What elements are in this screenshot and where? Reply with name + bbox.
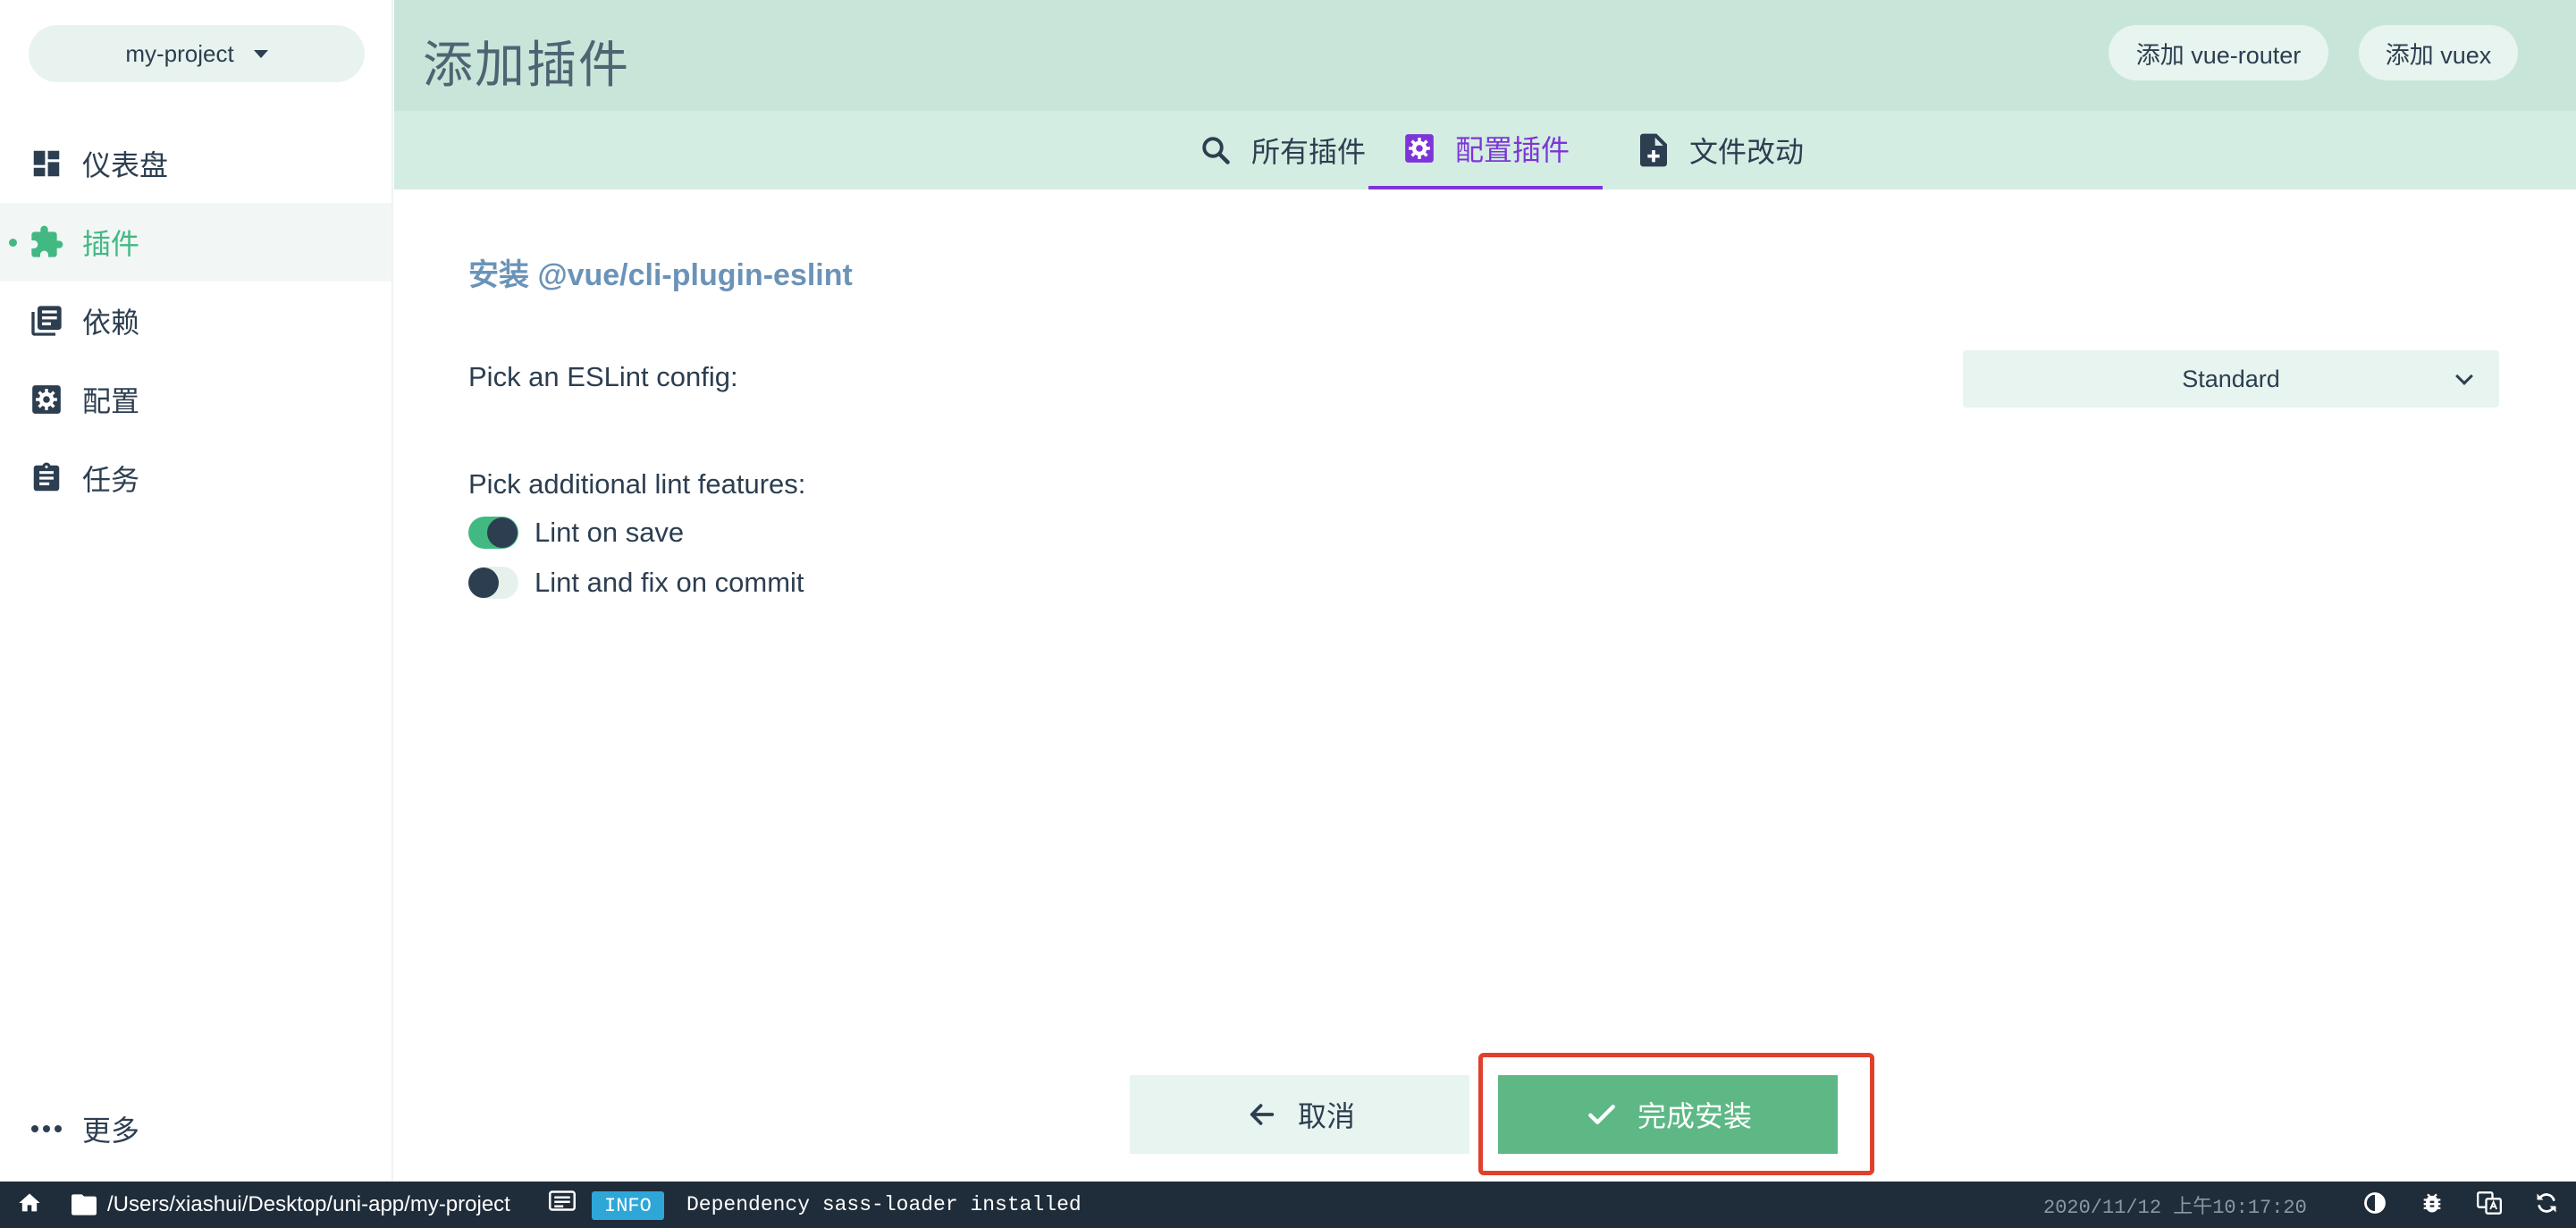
dark-mode-button[interactable] bbox=[2360, 1182, 2390, 1228]
sidebar-item-dependencies[interactable]: 依赖 bbox=[0, 282, 391, 360]
search-icon bbox=[1198, 132, 1233, 168]
log-level-badge: INFO bbox=[592, 1191, 664, 1220]
lint-on-commit-option[interactable]: Lint and fix on commit bbox=[468, 567, 804, 599]
add-vuex-button[interactable]: 添加 vuex bbox=[2359, 25, 2518, 80]
project-path[interactable]: /Users/xiashui/Desktop/uni-app/my-projec… bbox=[72, 1182, 510, 1228]
lint-on-save-option[interactable]: Lint on save bbox=[468, 517, 684, 549]
page-header: 添加插件 添加 vue-router 添加 vuex bbox=[394, 0, 2576, 111]
project-selector[interactable]: my-project bbox=[29, 25, 365, 82]
tab-bar: 所有插件 配置插件 文件改动 bbox=[394, 111, 2576, 189]
toggle-knob bbox=[487, 517, 518, 548]
caret-down-icon bbox=[253, 49, 268, 58]
tab-label: 所有插件 bbox=[1250, 136, 1366, 168]
log-message[interactable]: Dependency sass-loader installed bbox=[686, 1182, 1082, 1228]
chevron-down-icon bbox=[2455, 367, 2473, 385]
toggle-label: Lint on save bbox=[535, 517, 685, 548]
check-icon bbox=[1584, 1097, 1620, 1132]
status-bar: /Users/xiashui/Desktop/uni-app/my-projec… bbox=[0, 1182, 2576, 1228]
translate-icon bbox=[2477, 1190, 2502, 1220]
add-vue-router-button[interactable]: 添加 vue-router bbox=[2109, 25, 2328, 80]
tab-all-plugins[interactable]: 所有插件 bbox=[1165, 111, 1399, 189]
plugin-install-heading: 安装 @vue/cli-plugin-eslint bbox=[468, 258, 853, 292]
sidebar-item-label: 任务 bbox=[82, 464, 140, 496]
sidebar-item-label: 插件 bbox=[82, 228, 140, 260]
toggle-knob bbox=[468, 568, 499, 598]
sidebar-item-dashboard[interactable]: 仪表盘 bbox=[0, 124, 391, 203]
sidebar-item-tasks[interactable]: 任务 bbox=[0, 439, 391, 517]
eslint-config-label: Pick an ESLint config: bbox=[468, 361, 738, 392]
select-value: Standard bbox=[2182, 365, 2280, 392]
puzzle-icon bbox=[29, 224, 64, 260]
gear-icon bbox=[29, 382, 64, 417]
finish-install-button[interactable]: 完成安装 bbox=[1498, 1075, 1838, 1154]
lint-features-label: Pick additional lint features: bbox=[468, 468, 806, 500]
finish-label: 完成安装 bbox=[1637, 1100, 1752, 1132]
lint-on-save-toggle[interactable] bbox=[468, 517, 518, 549]
eslint-config-select[interactable]: Standard bbox=[1963, 350, 2499, 408]
folder-icon bbox=[72, 1191, 98, 1218]
dashboard-icon bbox=[29, 146, 64, 181]
sidebar: my-project 仪表盘 插件 依赖 配置 任务 更多 bbox=[0, 0, 393, 1182]
console-icon bbox=[549, 1190, 576, 1220]
more-label: 更多 bbox=[82, 1114, 140, 1147]
file-plus-icon bbox=[1636, 132, 1671, 168]
tab-label: 配置插件 bbox=[1454, 134, 1570, 166]
contrast-icon bbox=[2362, 1190, 2387, 1220]
sidebar-item-plugins[interactable]: 插件 bbox=[0, 203, 391, 282]
cancel-button[interactable]: 取消 bbox=[1130, 1075, 1469, 1154]
sidebar-item-label: 仪表盘 bbox=[82, 149, 169, 181]
report-bug-button[interactable] bbox=[2417, 1182, 2447, 1228]
tab-label: 文件改动 bbox=[1688, 136, 1804, 168]
project-name: my-project bbox=[125, 39, 234, 67]
arrow-left-icon bbox=[1244, 1097, 1280, 1132]
home-icon bbox=[17, 1190, 42, 1220]
translate-button[interactable] bbox=[2474, 1182, 2504, 1228]
clipboard-icon bbox=[29, 460, 64, 496]
log-timestamp: 2020/11/12 上午10:17:20 bbox=[2043, 1197, 2307, 1219]
path-text: /Users/xiashui/Desktop/uni-app/my-projec… bbox=[107, 1192, 510, 1216]
home-button[interactable] bbox=[14, 1182, 45, 1228]
gear-icon bbox=[1402, 130, 1437, 166]
cancel-label: 取消 bbox=[1297, 1100, 1355, 1132]
tab-configure-plugin[interactable]: 配置插件 bbox=[1368, 111, 1603, 189]
sidebar-nav: 仪表盘 插件 依赖 配置 任务 bbox=[0, 124, 391, 517]
toggle-label: Lint and fix on commit bbox=[535, 567, 804, 598]
active-indicator bbox=[9, 239, 17, 247]
sidebar-item-label: 依赖 bbox=[82, 307, 140, 339]
refresh-icon bbox=[2534, 1190, 2559, 1220]
lint-on-commit-toggle[interactable] bbox=[468, 567, 518, 599]
console-log-button[interactable] bbox=[547, 1182, 577, 1228]
tab-file-changes[interactable]: 文件改动 bbox=[1603, 111, 1837, 189]
more-horizontal-icon bbox=[29, 1111, 64, 1147]
library-books-icon bbox=[29, 303, 64, 339]
page-title: 添加插件 bbox=[423, 37, 630, 93]
bug-icon bbox=[2420, 1190, 2445, 1220]
more-menu[interactable]: 更多 bbox=[29, 1108, 139, 1149]
refresh-button[interactable] bbox=[2531, 1182, 2562, 1228]
sidebar-item-configuration[interactable]: 配置 bbox=[0, 360, 391, 439]
sidebar-item-label: 配置 bbox=[82, 385, 140, 417]
